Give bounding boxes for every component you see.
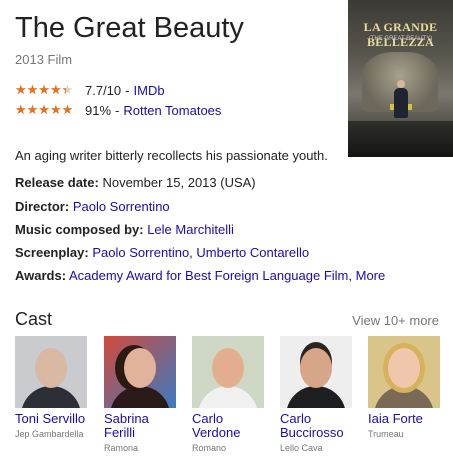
cast-role: Jep Gambardella bbox=[15, 429, 84, 439]
fact-label: Awards: bbox=[15, 268, 67, 283]
movie-title: The Great Beauty bbox=[15, 12, 244, 44]
poster-subtitle: (THE GREAT BEAUTY) bbox=[368, 36, 433, 42]
cast-role: Trumeau bbox=[368, 429, 404, 439]
cast-photo[interactable] bbox=[368, 336, 440, 408]
fact-director: Director: Paolo Sorrentino bbox=[15, 199, 170, 214]
awards-more-link[interactable]: More bbox=[356, 268, 386, 283]
star-rating-icon: ★★★★★★★★★★ bbox=[15, 82, 74, 97]
cast-photo[interactable] bbox=[104, 336, 176, 408]
fact-label: Director: bbox=[15, 199, 70, 214]
cast-card[interactable]: Sabrina Ferilli Ramona bbox=[104, 336, 176, 453]
cast-name[interactable]: Carlo Buccirosso bbox=[280, 412, 352, 440]
cast-header: Cast bbox=[15, 309, 53, 329]
movie-poster[interactable]: LA GRANDE BELLEZZA (THE GREAT BEAUTY) bbox=[348, 0, 453, 157]
movie-description: An aging writer bitterly recollects his … bbox=[15, 148, 328, 163]
rating-imdb: ★★★★★★★★★★ 7.7/10 - IMDb bbox=[15, 82, 165, 98]
cast-name[interactable]: Toni Servillo bbox=[15, 412, 87, 426]
poster-title: LA GRANDE BELLEZZA bbox=[363, 20, 438, 49]
screenwriter-link-2[interactable]: Umberto Contarello bbox=[196, 245, 309, 260]
movie-subtitle: 2013 Film bbox=[15, 52, 73, 67]
cast-card[interactable]: Iaia Forte Trumeau bbox=[368, 336, 440, 439]
cast-name[interactable]: Iaia Forte bbox=[368, 412, 440, 426]
star-rating-icon: ★★★★★★★★★★ bbox=[15, 102, 74, 117]
fact-screenplay: Screenplay: Paolo Sorrentino, Umberto Co… bbox=[15, 245, 310, 260]
cast-photo[interactable] bbox=[192, 336, 264, 408]
poster-figure bbox=[394, 80, 408, 118]
fact-label: Music composed by: bbox=[15, 222, 144, 237]
cast-role: Lello Cava bbox=[280, 443, 323, 453]
view-more-cast-link[interactable]: View 10+ more bbox=[352, 313, 439, 328]
composer-link[interactable]: Lele Marchitelli bbox=[147, 222, 234, 237]
fact-value: November 15, 2013 (USA) bbox=[102, 175, 256, 190]
cast-photo[interactable] bbox=[280, 336, 352, 408]
fact-release-date: Release date: November 15, 2013 (USA) bbox=[15, 175, 256, 190]
fact-awards: Awards: Academy Award for Best Foreign L… bbox=[15, 268, 386, 283]
award-link[interactable]: Academy Award for Best Foreign Language … bbox=[69, 268, 348, 283]
screenwriter-link-1[interactable]: Paolo Sorrentino bbox=[92, 245, 189, 260]
cast-photo[interactable] bbox=[15, 336, 87, 408]
rating-score: 91% bbox=[85, 102, 112, 118]
rating-rotten-tomatoes: ★★★★★ ★★★★★ 91% - Rotten Tomatoes bbox=[15, 102, 222, 118]
fact-label: Screenplay: bbox=[15, 245, 89, 260]
star-fill: ★★★★★ bbox=[15, 102, 74, 117]
rotten-tomatoes-link[interactable]: Rotten Tomatoes bbox=[123, 103, 221, 118]
fact-label: Release date: bbox=[15, 175, 99, 190]
cast-card[interactable]: Toni Servillo Jep Gambardella bbox=[15, 336, 87, 439]
cast-card[interactable]: Carlo Buccirosso Lello Cava bbox=[280, 336, 352, 453]
poster-base bbox=[348, 121, 453, 157]
cast-card[interactable]: Carlo Verdone Romano bbox=[192, 336, 264, 453]
director-link[interactable]: Paolo Sorrentino bbox=[73, 199, 170, 214]
cast-name[interactable]: Sabrina Ferilli bbox=[104, 412, 176, 440]
rating-score: 7.7/10 bbox=[85, 82, 122, 98]
imdb-link[interactable]: IMDb bbox=[134, 83, 165, 98]
fact-music: Music composed by: Lele Marchitelli bbox=[15, 222, 234, 237]
cast-role: Romano bbox=[192, 443, 227, 453]
cast-name[interactable]: Carlo Verdone bbox=[192, 412, 264, 440]
star-fill: ★★★★★ bbox=[15, 82, 66, 97]
cast-role: Ramona bbox=[104, 443, 139, 453]
